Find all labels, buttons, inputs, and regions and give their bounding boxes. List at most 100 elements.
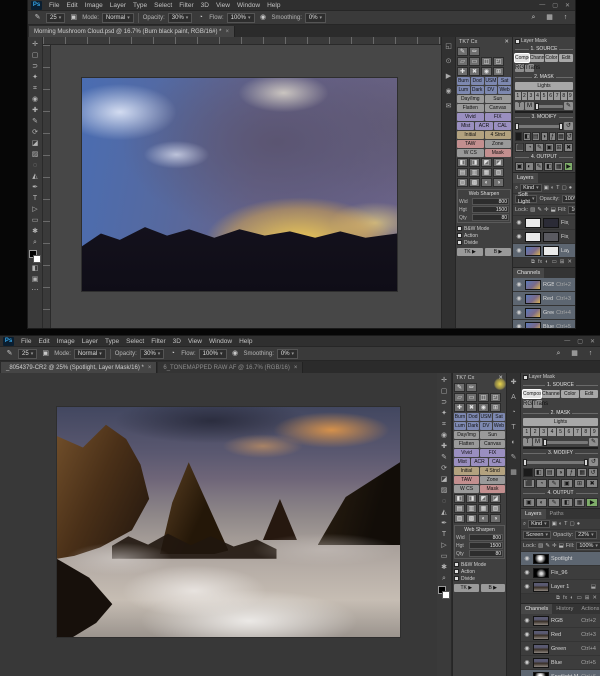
filter-icon[interactable]: ▣ bbox=[544, 185, 549, 191]
modify-icon-button[interactable]: ⬛ bbox=[523, 479, 535, 488]
layers-footer-icon[interactable]: ⊞ bbox=[585, 595, 590, 602]
cx-action-button[interactable]: Zone bbox=[485, 140, 512, 148]
tool-icon[interactable]: ✛ bbox=[438, 375, 451, 386]
paint-mask-icon[interactable]: ✎ bbox=[564, 102, 573, 110]
channel-row[interactable]: ◉ Green Ctrl+4 bbox=[521, 642, 600, 656]
layer-opacity-field[interactable]: 100%▾ bbox=[562, 195, 575, 203]
lock-position-icon[interactable]: ✛ bbox=[544, 207, 549, 213]
tab-close-icon[interactable]: × bbox=[294, 365, 298, 371]
visibility-eye-icon[interactable]: ◉ bbox=[523, 617, 531, 624]
paint-mask-icon[interactable]: ✎ bbox=[589, 438, 598, 446]
modify-icon-button[interactable]: ◧ bbox=[523, 132, 531, 141]
cx-action-button[interactable]: Dod bbox=[467, 413, 479, 421]
collapsed-panel-icon[interactable]: ▶ bbox=[443, 71, 455, 82]
m-button[interactable]: M bbox=[533, 438, 542, 446]
cx-grid-button[interactable]: ▦ bbox=[478, 504, 489, 513]
t-button[interactable]: T bbox=[515, 102, 524, 110]
tool-icon[interactable]: ◪ bbox=[438, 474, 451, 485]
cx-action-button[interactable]: 4 Stnd bbox=[485, 131, 512, 139]
filter-icon[interactable]: ◐ bbox=[551, 185, 554, 191]
layer-name[interactable]: Layer 1 bbox=[551, 584, 589, 590]
collapsed-panel-icon[interactable]: ◐ bbox=[508, 437, 520, 448]
cx-action-button[interactable]: Sat bbox=[493, 413, 505, 421]
cx-action-button[interactable]: Sun bbox=[485, 95, 512, 103]
layer-mask-thumbnail[interactable] bbox=[543, 246, 559, 256]
document-image-sunset-sky[interactable] bbox=[82, 78, 397, 291]
tool-icon[interactable]: ▭ bbox=[29, 215, 42, 226]
collapsed-panel-icon[interactable]: ✎ bbox=[508, 452, 520, 463]
menu-item[interactable]: Type bbox=[102, 338, 122, 345]
layer-thumbnail[interactable] bbox=[525, 246, 541, 256]
cx-grid-button[interactable]: ◩ bbox=[481, 158, 492, 167]
airbrush-icon[interactable]: ◉ bbox=[230, 349, 241, 359]
tool-mode-icon[interactable]: ◧ bbox=[29, 263, 42, 274]
visibility-eye-icon[interactable]: ◉ bbox=[515, 295, 523, 302]
channel-row[interactable]: ◉ RGB Ctrl+2 bbox=[513, 278, 575, 292]
cx-action-button[interactable]: ACR bbox=[471, 458, 487, 466]
modify-icon-button[interactable]: ƒ bbox=[566, 468, 576, 477]
collapsed-panel-icon[interactable]: ▦ bbox=[508, 467, 520, 478]
layers-footer-icon[interactable]: ▭ bbox=[577, 595, 582, 602]
source-button[interactable]: Edit bbox=[580, 390, 598, 398]
tool-icon[interactable]: ⌗ bbox=[29, 83, 42, 94]
cx-icon-button[interactable]: ▱ bbox=[454, 393, 465, 402]
filter-icon[interactable]: ● bbox=[577, 521, 580, 527]
visibility-eye-icon[interactable]: ◉ bbox=[515, 247, 523, 254]
web-sharpen-field-value[interactable]: 1500 bbox=[469, 542, 503, 549]
canvas[interactable] bbox=[0, 373, 437, 676]
modify-icon-button[interactable]: ✎ bbox=[535, 143, 544, 152]
tool-icon[interactable]: ⊃ bbox=[438, 397, 451, 408]
modify-icon-button[interactable]: ▤ bbox=[545, 468, 555, 477]
cx-action-button[interactable]: FIX bbox=[485, 113, 512, 121]
visibility-eye-icon[interactable]: ◉ bbox=[523, 569, 531, 576]
cx-grid-button[interactable]: ▩ bbox=[469, 178, 480, 187]
cx-action-button[interactable]: 4 Stnd bbox=[480, 467, 505, 475]
layer-name[interactable]: Fix_3 bbox=[561, 234, 569, 240]
channel-row[interactable]: ◉ Red Ctrl+3 bbox=[513, 292, 575, 306]
cx-action-button[interactable]: USM bbox=[480, 413, 492, 421]
collapsed-panel-icon[interactable]: ⊙ bbox=[443, 56, 455, 67]
smoothing-field[interactable]: 0%▾ bbox=[305, 13, 326, 23]
cx-action-button[interactable]: Burn bbox=[454, 413, 466, 421]
cx-grid-button[interactable]: ▥ bbox=[466, 504, 477, 513]
tool-icon[interactable]: ✱ bbox=[29, 226, 42, 237]
cx-action-button[interactable]: Mist bbox=[454, 458, 470, 466]
zone-button[interactable]: 3 bbox=[528, 92, 534, 100]
cx-action-button[interactable]: DV bbox=[480, 422, 492, 430]
layer-row[interactable]: ◉ Fix_3 bbox=[513, 230, 575, 244]
modify-slider[interactable] bbox=[523, 461, 588, 464]
cx-action-button[interactable]: DV bbox=[485, 86, 498, 94]
filter-icon[interactable]: ◐ bbox=[559, 521, 562, 527]
brush-panel-toggle-icon[interactable]: ▣ bbox=[68, 13, 79, 23]
zone-button[interactable]: 7 bbox=[574, 428, 581, 436]
checkbox[interactable] bbox=[457, 240, 462, 245]
tool-icon[interactable]: ◉ bbox=[29, 94, 42, 105]
background-color-swatch[interactable] bbox=[33, 255, 41, 263]
modify-icon-button[interactable]: ✖ bbox=[586, 479, 598, 488]
layer-mask-thumbnail[interactable] bbox=[543, 232, 559, 242]
pressure-opacity-icon[interactable]: ◔ bbox=[195, 13, 206, 23]
source-button[interactable]: Edit bbox=[559, 54, 573, 62]
cx-action-button[interactable]: Flatten bbox=[457, 104, 484, 112]
tool-icon[interactable]: ◌ bbox=[29, 160, 42, 171]
channels-panel-tab[interactable]: Actions bbox=[577, 604, 600, 614]
lock-position-icon[interactable]: ✛ bbox=[552, 543, 557, 549]
web-sharpen-field-value[interactable]: 1500 bbox=[472, 206, 509, 213]
trans-button[interactable]: Trans bbox=[533, 400, 542, 408]
visibility-eye-icon[interactable]: ◉ bbox=[523, 583, 531, 590]
channel-name[interactable]: Green bbox=[551, 646, 579, 652]
output-icon-button[interactable]: ◧ bbox=[544, 162, 553, 171]
layers-footer-icon[interactable]: ◐ bbox=[570, 595, 573, 602]
cx-grid-button[interactable]: ▩ bbox=[466, 514, 477, 523]
tool-icon[interactable]: ⊃ bbox=[29, 61, 42, 72]
zone-button[interactable]: 6 bbox=[565, 428, 572, 436]
mode-select[interactable]: Normal▾ bbox=[74, 349, 106, 359]
cx-footer-button[interactable]: B ▶ bbox=[481, 584, 506, 592]
cx-action-button[interactable]: W CS bbox=[454, 485, 479, 493]
channels-tab[interactable]: Channels bbox=[513, 268, 544, 278]
mask-slider[interactable] bbox=[543, 441, 588, 444]
layer-row[interactable]: ◉ Spotlight bbox=[521, 552, 600, 566]
modify-icon-button[interactable]: ◧ bbox=[534, 468, 544, 477]
opacity-field[interactable]: 30%▾ bbox=[168, 13, 193, 23]
layer-name[interactable]: Fix_96 bbox=[551, 570, 594, 576]
